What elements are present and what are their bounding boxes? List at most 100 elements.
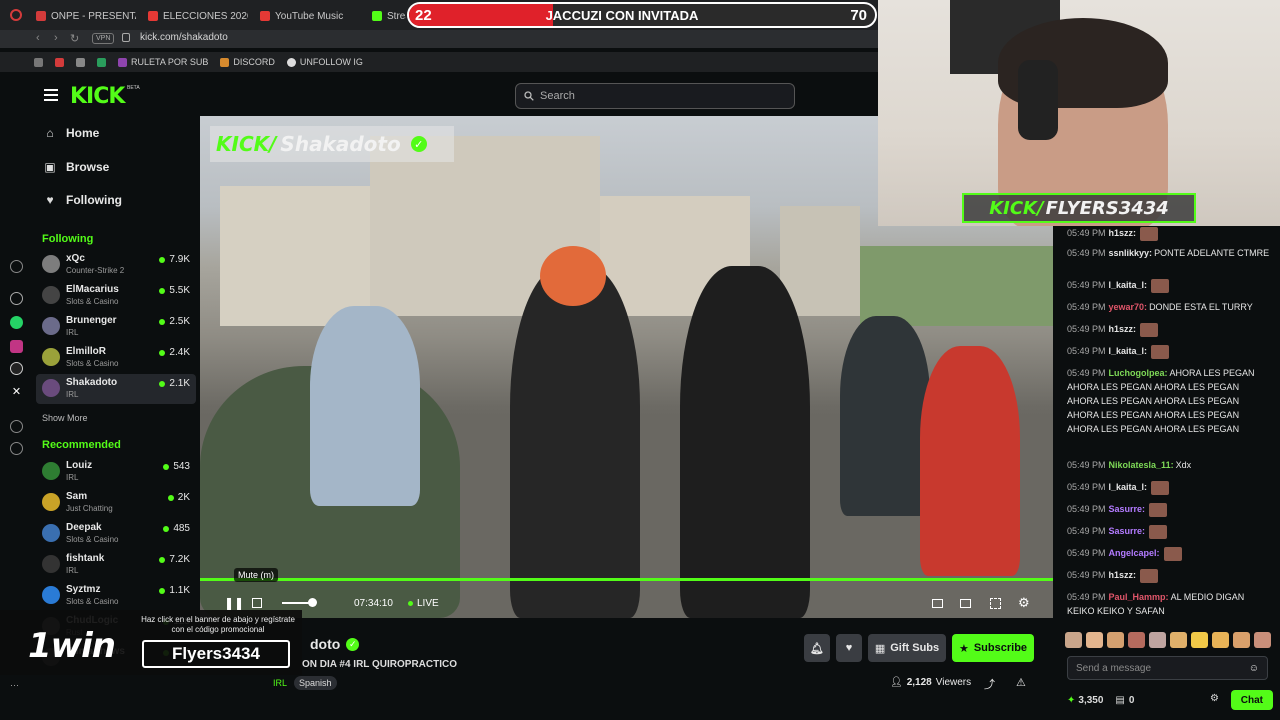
- video-progress-bar[interactable]: [200, 578, 1053, 581]
- emote-icon[interactable]: [1065, 632, 1082, 648]
- fullscreen-icon[interactable]: [990, 597, 1001, 609]
- volume-handle[interactable]: [308, 598, 317, 607]
- vpn-badge[interactable]: VPN: [92, 33, 115, 44]
- rail-icon-2[interactable]: [10, 292, 23, 305]
- emote-icon[interactable]: [1254, 632, 1271, 648]
- clip-icon[interactable]: [932, 598, 943, 608]
- more-icon[interactable]: ···: [10, 680, 19, 690]
- drops-value[interactable]: 0: [1129, 695, 1135, 706]
- theater-icon[interactable]: [960, 598, 971, 608]
- goal-bar: 22 JACCUZI CON INVITADA 70: [407, 2, 877, 28]
- language-tag[interactable]: Spanish: [294, 676, 337, 690]
- watermark-kick: KICK/: [216, 132, 277, 156]
- chat-message: 05:49 PM ssnlikkyy: PONTE ADELANTE CTMRE: [1067, 246, 1272, 260]
- category-link[interactable]: IRL: [273, 678, 287, 688]
- chat-settings-icon[interactable]: ⚙: [1210, 693, 1219, 704]
- bookmark-ruleta[interactable]: RULETA POR SUB: [118, 57, 208, 67]
- x-icon[interactable]: ✕: [10, 386, 23, 399]
- emote-bar: [1065, 632, 1275, 648]
- sidebar-channel-elmillor[interactable]: ElmilloR Slots & Casino 2.4K: [36, 343, 196, 373]
- bookmark-icon-4[interactable]: [97, 57, 106, 67]
- emote-icon[interactable]: [1149, 632, 1166, 648]
- chat-username[interactable]: ssnlikkyy:: [1109, 248, 1153, 258]
- chat-username[interactable]: Angelcapel:: [1109, 548, 1160, 558]
- chat-username[interactable]: h1szz:: [1109, 324, 1137, 334]
- bookmark-discord[interactable]: DISCORD: [220, 57, 275, 67]
- chat-username[interactable]: h1szz:: [1109, 228, 1137, 238]
- points-value[interactable]: 3,350: [1078, 695, 1103, 706]
- sidebar-channel-xqc[interactable]: xQc Counter-Strike 2 7.9K: [36, 250, 196, 280]
- chat-username[interactable]: h1szz:: [1109, 570, 1137, 580]
- menu-icon[interactable]: [44, 89, 58, 101]
- sidebar-channel-sam[interactable]: Sam Just Chatting 2K: [36, 488, 196, 518]
- chat-input-box[interactable]: ☺: [1067, 656, 1268, 680]
- nav-following[interactable]: ♥ Following: [44, 189, 122, 211]
- chat-username[interactable]: yewar70:: [1109, 302, 1148, 312]
- share-icon[interactable]: ⤴: [984, 676, 995, 692]
- whatsapp-icon[interactable]: [10, 316, 23, 329]
- sidebar-channel-louiz[interactable]: Louiz IRL 543: [36, 457, 196, 487]
- follow-button[interactable]: ♥: [836, 634, 862, 662]
- emote-icon[interactable]: [1191, 632, 1208, 648]
- emote-icon[interactable]: [1128, 632, 1145, 648]
- sidebar-channel-fishtank[interactable]: fishtank IRL 7.2K: [36, 550, 196, 580]
- back-icon[interactable]: ‹: [36, 32, 40, 44]
- settings-gear-icon[interactable]: ⚙: [1018, 595, 1030, 611]
- instagram-icon[interactable]: [10, 340, 23, 353]
- subscribe-button[interactable]: ★ Subscribe: [952, 634, 1034, 662]
- sidebar-channel-shakadoto[interactable]: Shakadoto IRL 2.1K: [36, 374, 196, 404]
- browser-tab[interactable]: ELECCIONES 2026 PI: [148, 6, 248, 26]
- browser-tab[interactable]: YouTube Music: [260, 6, 360, 26]
- report-icon[interactable]: ⚠: [1016, 676, 1026, 689]
- emote-icon[interactable]: [1107, 632, 1124, 648]
- bookmark-unfollow[interactable]: UNFOLLOW IG: [286, 57, 363, 67]
- sidebar-channel-syztmz[interactable]: Syztmz Slots & Casino 1.1K: [36, 581, 196, 611]
- search-input[interactable]: [540, 90, 780, 102]
- history-icon[interactable]: [10, 420, 23, 433]
- sidebar-channel-deepak[interactable]: Deepak Slots & Casino 485: [36, 519, 196, 549]
- volume-icon[interactable]: [252, 598, 262, 608]
- chat-username[interactable]: l_kaita_l:: [1109, 346, 1148, 356]
- chat-username[interactable]: l_kaita_l:: [1109, 280, 1148, 290]
- chat-username[interactable]: Luchogolpea:: [1109, 368, 1168, 378]
- emoji-icon[interactable]: ☺: [1249, 663, 1259, 674]
- viewer-count: 543: [173, 461, 190, 472]
- promo-banner[interactable]: Haz click en el banner de abajo y regíst…: [0, 610, 302, 675]
- tab-favicon-icon: [260, 11, 270, 21]
- forward-icon[interactable]: ›: [54, 32, 58, 44]
- emote-icon[interactable]: [1086, 632, 1103, 648]
- chat-send-button[interactable]: Chat: [1230, 690, 1273, 710]
- sidebar-channel-brunenger[interactable]: Brunenger IRL 2.5K: [36, 312, 196, 342]
- tiktok-icon[interactable]: [10, 362, 23, 375]
- emote-icon[interactable]: [1212, 632, 1229, 648]
- bookmark-icon-2[interactable]: [55, 57, 64, 67]
- chat-username[interactable]: Sasurre:: [1109, 504, 1146, 514]
- chat-input[interactable]: [1076, 662, 1246, 674]
- chat-timestamp: 05:49 PM: [1067, 592, 1106, 602]
- streamer-name[interactable]: doto ✓: [310, 636, 360, 652]
- settings-icon[interactable]: [10, 442, 23, 455]
- emote-icon[interactable]: [1170, 632, 1187, 648]
- nav-browse[interactable]: ▣ Browse: [44, 156, 109, 178]
- rail-icon-1[interactable]: [10, 260, 23, 273]
- search-box[interactable]: [515, 83, 795, 109]
- sidebar-channel-elmacarius[interactable]: ElMacarius Slots & Casino 5.5K: [36, 281, 196, 311]
- nav-home[interactable]: ⌂ Home: [44, 122, 99, 144]
- notification-button[interactable]: 🔔︎: [804, 634, 830, 662]
- bookmark-icon-3[interactable]: [76, 57, 85, 67]
- show-more-link[interactable]: Show More: [42, 413, 88, 423]
- bookmark-icon-1[interactable]: [34, 57, 43, 67]
- emote-icon[interactable]: [1233, 632, 1250, 648]
- browser-tab[interactable]: Strea: [372, 6, 406, 26]
- chat-username[interactable]: l_kaita_l:: [1109, 482, 1148, 492]
- url-field[interactable]: kick.com/shakadoto: [140, 32, 228, 43]
- kick-logo[interactable]: KICK: [70, 84, 125, 109]
- chat-username[interactable]: Paul_Hammp:: [1109, 592, 1169, 602]
- chat-username[interactable]: Nikolatesla_11:: [1109, 460, 1174, 470]
- chat-username[interactable]: Sasurre:: [1109, 526, 1146, 536]
- pause-icon[interactable]: ❚❚: [224, 596, 244, 610]
- browser-tab[interactable]: ONPE - PRESENTACIÓ: [36, 6, 136, 26]
- gift-subs-button[interactable]: ▦ Gift Subs: [868, 634, 946, 662]
- viewers-icon: 👤︎: [890, 677, 903, 688]
- reload-icon[interactable]: ↻: [70, 32, 79, 45]
